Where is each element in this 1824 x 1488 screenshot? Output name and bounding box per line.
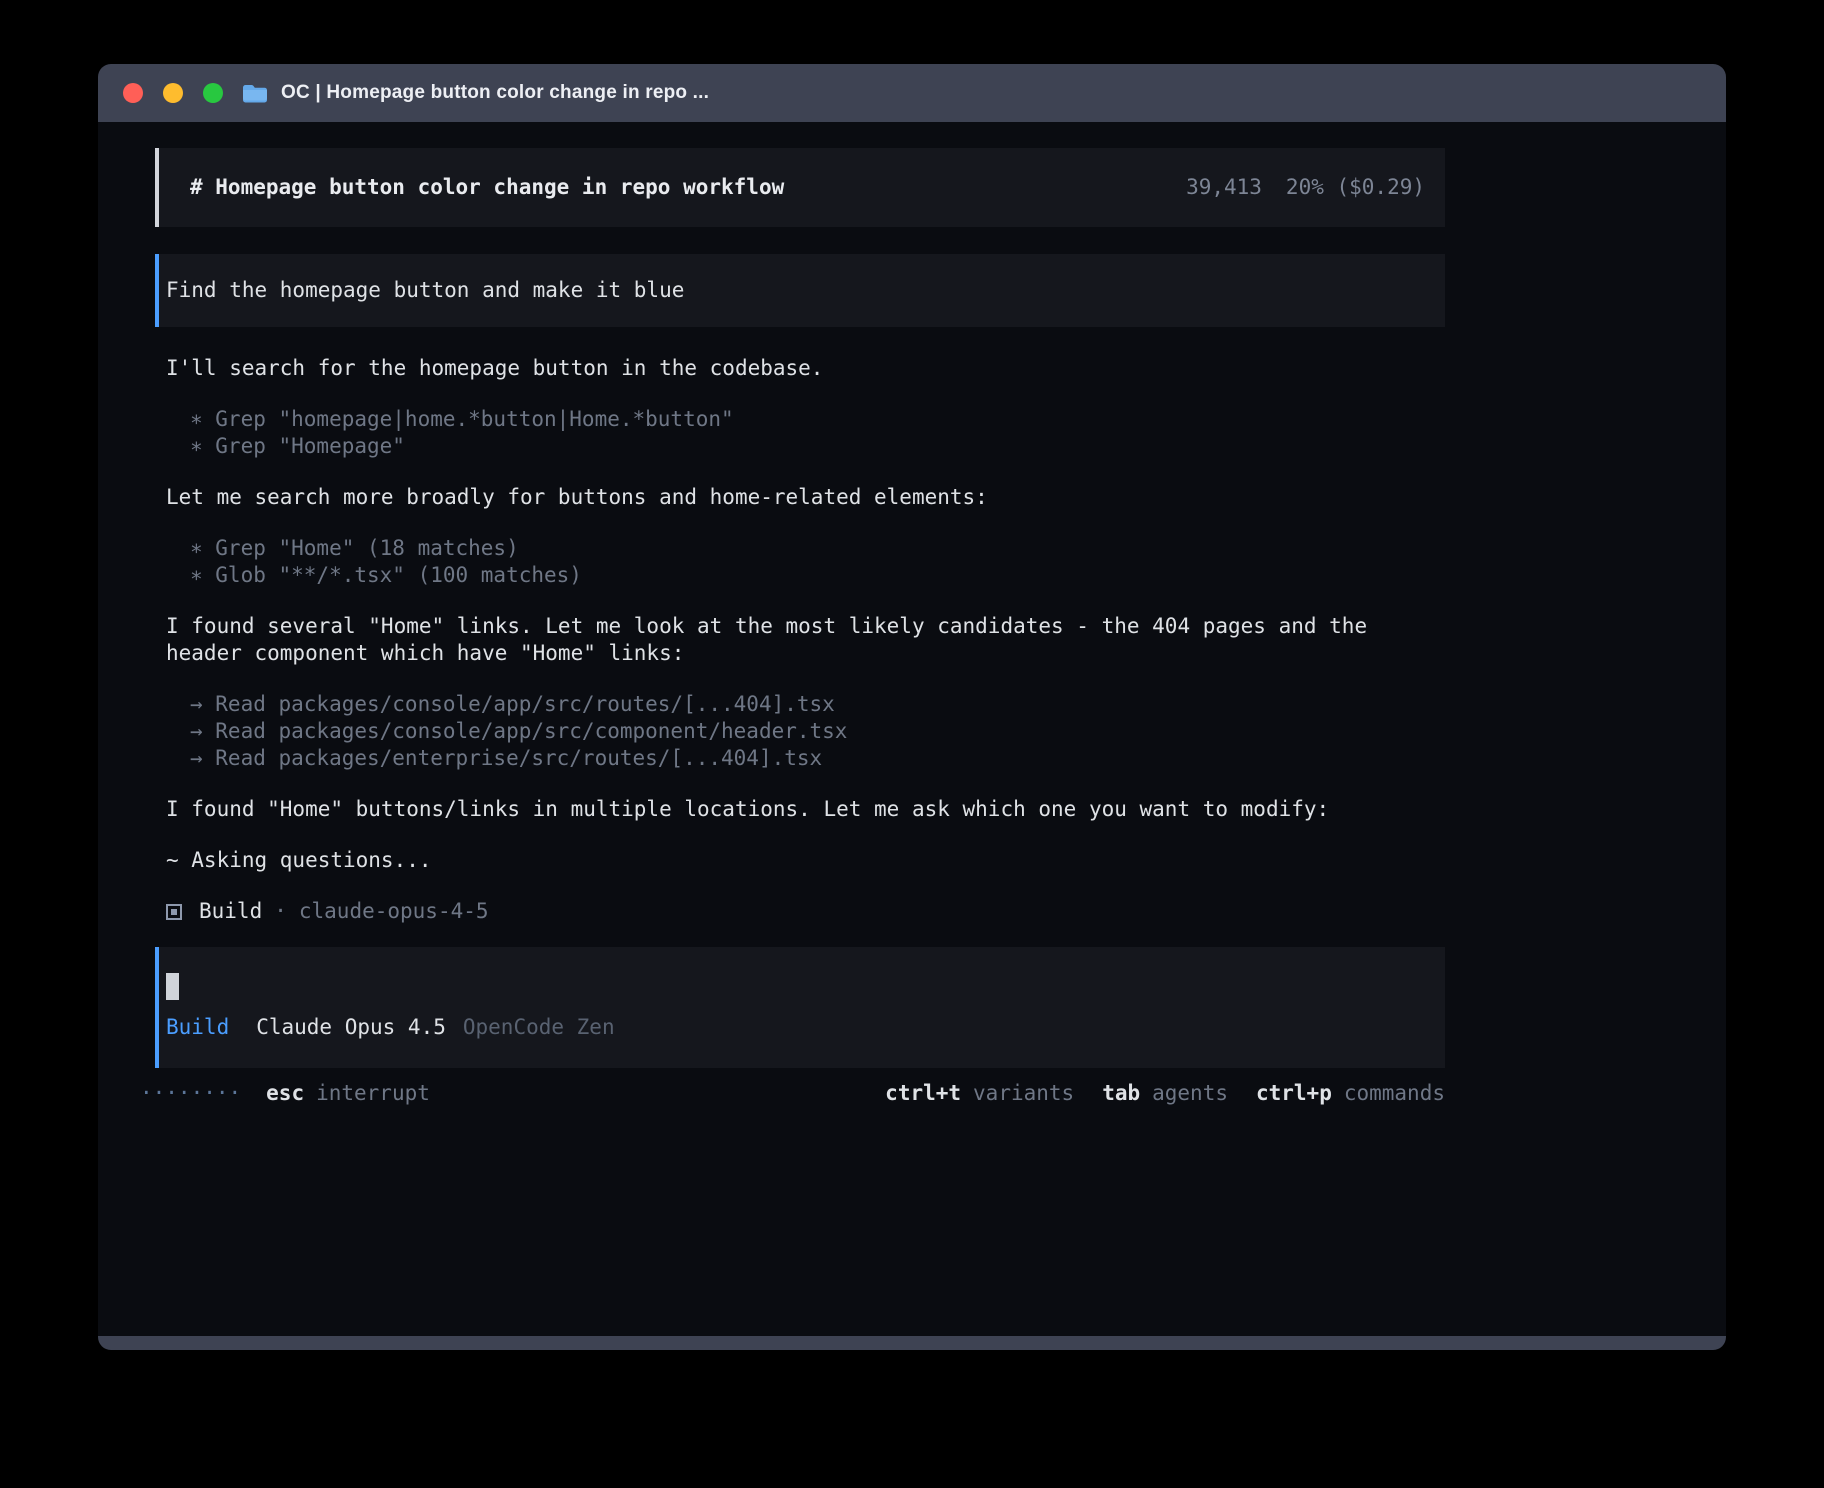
prompt-input[interactable]: Build Claude Opus 4.5 OpenCode Zen <box>155 947 1445 1068</box>
hint-key-ctrl-p: ctrl+p <box>1256 1080 1332 1107</box>
hint-group-right: ctrl+t variants tab agents ctrl+p comman… <box>885 1080 1445 1107</box>
session-stats: 39,413 20% ($0.29) <box>1186 174 1425 201</box>
assistant-message: I'll search for the homepage button in t… <box>166 355 1445 382</box>
window-title: OC | Homepage button color change in rep… <box>281 82 709 104</box>
tool-call-group: ∗ Grep "Home" (18 matches) ∗ Glob "**/*.… <box>190 535 1445 589</box>
text-cursor <box>166 973 179 1000</box>
agent-line: Build · claude-opus-4-5 <box>166 898 1445 925</box>
hint-key-esc: esc <box>266 1080 304 1107</box>
minimize-button[interactable] <box>163 83 183 103</box>
tool-call-glob: ∗ Glob "**/*.tsx" (100 matches) <box>190 562 1445 589</box>
hint-label-commands: commands <box>1344 1080 1445 1107</box>
agent-separator: · <box>274 898 287 925</box>
hint-label-variants: variants <box>973 1080 1074 1107</box>
hint-agents: tab agents <box>1102 1080 1228 1107</box>
input-model-label: Claude Opus 4.5 <box>256 1014 446 1041</box>
session-header: # Homepage button color change in repo w… <box>155 148 1445 227</box>
tool-call-read: → Read packages/console/app/src/componen… <box>190 718 1445 745</box>
session-token-count: 39,413 <box>1186 174 1262 201</box>
hint-variants: ctrl+t variants <box>885 1080 1074 1107</box>
assistant-message: I found several "Home" links. Let me loo… <box>166 613 1445 667</box>
input-meta: Build Claude Opus 4.5 OpenCode Zen <box>166 1014 1425 1041</box>
tool-call-grep: ∗ Grep "Home" (18 matches) <box>190 535 1445 562</box>
user-message-text: Find the homepage button and make it blu… <box>166 278 684 302</box>
tool-call-grep: ∗ Grep "homepage|home.*button|Home.*butt… <box>190 406 1445 433</box>
terminal-content: # Homepage button color change in repo w… <box>98 122 1726 1336</box>
zoom-button[interactable] <box>203 83 223 103</box>
tool-call-group: ∗ Grep "homepage|home.*button|Home.*butt… <box>190 406 1445 460</box>
status-bar: ········ esc interrupt ctrl+t variants t… <box>140 1080 1445 1107</box>
tool-call-group: → Read packages/console/app/src/routes/[… <box>190 691 1445 772</box>
window-controls <box>123 83 223 103</box>
input-mode-label: Build <box>166 1014 229 1041</box>
close-button[interactable] <box>123 83 143 103</box>
agent-name: Build <box>199 898 262 925</box>
tool-call-grep: ∗ Grep "Homepage" <box>190 433 1445 460</box>
agent-build-icon <box>166 904 182 920</box>
hint-key-ctrl-t: ctrl+t <box>885 1080 961 1107</box>
folder-icon <box>241 83 269 104</box>
window-titlebar[interactable]: OC | Homepage button color change in rep… <box>98 64 1726 122</box>
hint-interrupt: esc interrupt <box>266 1080 430 1107</box>
hint-label-agents: agents <box>1152 1080 1228 1107</box>
user-message: Find the homepage button and make it blu… <box>155 254 1445 327</box>
tool-call-read: → Read packages/enterprise/src/routes/[.… <box>190 745 1445 772</box>
assistant-status-asking: ~ Asking questions... <box>166 847 1445 874</box>
agent-model: claude-opus-4-5 <box>299 898 489 925</box>
hint-label-interrupt: interrupt <box>316 1080 430 1107</box>
spinner-dots: ········ <box>140 1080 241 1107</box>
session-context-usage: 20% ($0.29) <box>1286 174 1425 201</box>
hint-commands: ctrl+p commands <box>1256 1080 1445 1107</box>
assistant-message: I found "Home" buttons/links in multiple… <box>166 796 1445 823</box>
session-title: # Homepage button color change in repo w… <box>190 174 784 201</box>
input-provider-label: OpenCode Zen <box>463 1014 615 1041</box>
tool-call-read: → Read packages/console/app/src/routes/[… <box>190 691 1445 718</box>
terminal-window: OC | Homepage button color change in rep… <box>98 64 1726 1350</box>
hint-key-tab: tab <box>1102 1080 1140 1107</box>
assistant-message: Let me search more broadly for buttons a… <box>166 484 1445 511</box>
